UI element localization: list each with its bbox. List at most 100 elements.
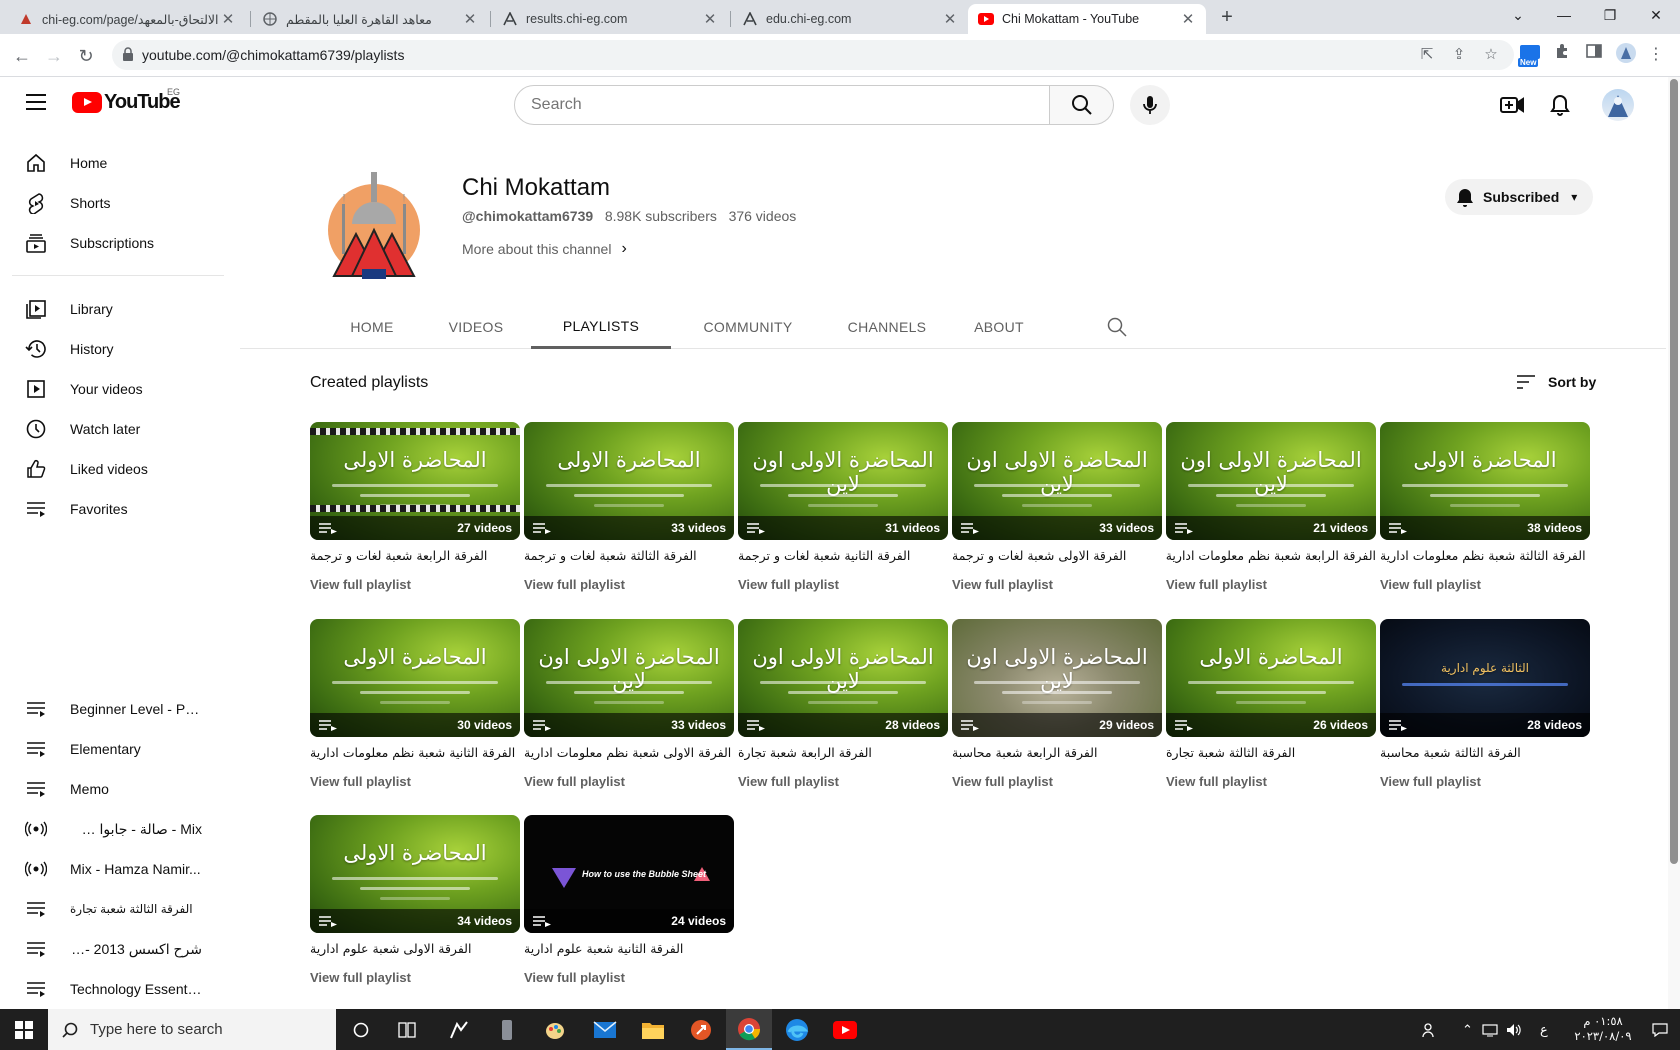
playlist-card[interactable]: How to use the Bubble Sheet 24 videos الفر… (524, 815, 734, 985)
browser-tab-4[interactable]: edu.chi-eg.com ✕ (732, 4, 968, 34)
scrollbar-thumb[interactable] (1670, 79, 1678, 864)
playlist-title[interactable]: الفرقة الثانية شعبة لغات و ترجمة (738, 548, 948, 563)
voice-search-button[interactable] (1130, 85, 1170, 125)
playlist-card[interactable]: المحاضرة الاولى 38 videos الفرقة الثالثة ش… (1380, 422, 1590, 592)
close-tab-icon[interactable]: ✕ (942, 10, 958, 28)
playlist-title[interactable]: الفرقة الثانية شعبة علوم ادارية (524, 941, 734, 956)
playlist-title[interactable]: الفرقة الثالثة شعبة نظم معلومات ادارية (1380, 548, 1590, 563)
view-full-playlist-link[interactable]: View full playlist (310, 970, 411, 985)
view-full-playlist-link[interactable]: View full playlist (1380, 577, 1481, 592)
extensions-puzzle-icon[interactable] (1550, 43, 1574, 67)
sidebar-playlist-item[interactable]: Memo (12, 769, 212, 809)
channel-search-icon[interactable] (1102, 306, 1132, 348)
tab-about[interactable]: ABOUT (970, 306, 1028, 348)
edge-icon[interactable] (774, 1009, 820, 1050)
view-full-playlist-link[interactable]: View full playlist (952, 774, 1053, 789)
tray-chevron-up-icon[interactable]: ⌃ (1462, 1009, 1473, 1050)
playlist-title[interactable]: الفرقة الرابعة شعبة محاسبة (952, 745, 1162, 760)
tab-playlists[interactable]: PLAYLISTS (531, 306, 671, 349)
search-input[interactable] (515, 86, 1049, 124)
playlist-title[interactable]: الفرقة الثالثة شعبة لغات و ترجمة (524, 548, 734, 563)
playlist-thumbnail[interactable]: المحاضرة الاولى اون لاين 31 videos (738, 422, 948, 540)
playlist-thumbnail[interactable]: المحاضرة الاولى اون لاين 33 videos (524, 619, 734, 737)
paint-icon[interactable] (532, 1009, 578, 1050)
chrome-icon[interactable] (726, 1009, 772, 1050)
people-icon[interactable] (1422, 1009, 1438, 1050)
view-full-playlist-link[interactable]: View full playlist (310, 774, 411, 789)
share-icon[interactable]: ⇪ (1450, 47, 1468, 65)
close-tab-icon[interactable]: ✕ (702, 10, 718, 28)
playlist-thumbnail[interactable]: المحاضرة الاولى 26 videos (1166, 619, 1376, 737)
view-full-playlist-link[interactable]: View full playlist (1166, 774, 1267, 789)
playlist-thumbnail[interactable]: الثالثة علوم ادارية 28 videos (1380, 619, 1590, 737)
profile-avatar-icon[interactable] (1614, 43, 1638, 67)
input-language[interactable]: ع (1540, 1009, 1548, 1050)
tab-home[interactable]: HOME (342, 306, 402, 348)
playlist-card[interactable]: المحاضرة الاولى اون لاين 28 videos الفرقة … (738, 619, 948, 789)
youtube-taskbar-icon[interactable] (822, 1009, 868, 1050)
sidebar-item-library[interactable]: Library (12, 289, 212, 329)
view-full-playlist-link[interactable]: View full playlist (738, 774, 839, 789)
close-window-icon[interactable]: ✕ (1636, 4, 1676, 28)
mail-icon[interactable] (582, 1009, 628, 1050)
view-full-playlist-link[interactable]: View full playlist (524, 774, 625, 789)
sidebar-item-history[interactable]: History (12, 329, 212, 369)
address-bar[interactable]: youtube.com/@chimokattam6739/playlists ⇱… (112, 40, 1514, 70)
playlist-thumbnail[interactable]: المحاضرة الاولى اون لاين 33 videos (952, 422, 1162, 540)
playlist-thumbnail[interactable]: المحاضرة الاولى اون لاين 29 videos (952, 619, 1162, 737)
sidebar-playlist-item[interactable]: Mix - صالة - جابوا سيرته... (12, 809, 212, 849)
playlist-title[interactable]: الفرقة الاولى شعبة لغات و ترجمة (952, 548, 1162, 563)
minimize-icon[interactable]: — (1544, 4, 1584, 28)
channel-avatar[interactable] (322, 164, 426, 288)
sidebar-item-home[interactable]: Home (12, 143, 212, 183)
maximize-icon[interactable]: ❐ (1590, 4, 1630, 28)
more-about-channel-link[interactable]: More about this channel › (462, 240, 627, 258)
lock-icon[interactable] (122, 47, 134, 66)
open-in-app-icon[interactable]: ⇱ (1418, 47, 1436, 65)
create-video-icon[interactable] (1498, 91, 1526, 119)
browser-tab-3[interactable]: results.chi-eg.com ✕ (492, 4, 728, 34)
page-scrollbar[interactable] (1668, 77, 1680, 1009)
sidebar-item-liked-videos[interactable]: Liked videos (12, 449, 212, 489)
playlist-card[interactable]: المحاضرة الاولى اون لاين 33 videos الفرقة … (952, 422, 1162, 592)
playlist-card[interactable]: المحاضرة الاولى اون لاين 21 videos الفرقة … (1166, 422, 1376, 592)
close-tab-icon[interactable]: ✕ (1180, 10, 1196, 28)
extension-new-icon[interactable]: New (1517, 43, 1543, 69)
browser-menu-icon[interactable]: ⋮ (1644, 43, 1668, 67)
sidebar-playlist-item[interactable]: شرح اكسس 2013 -2016... (12, 929, 212, 969)
browser-tab-2[interactable]: معاهد القاهرة العليا بالمقطم ✕ (252, 4, 488, 34)
bookmark-star-icon[interactable]: ☆ (1482, 47, 1500, 65)
volume-icon[interactable] (1506, 1009, 1522, 1050)
playlist-thumbnail[interactable]: المحاضرة الاولى 38 videos (1380, 422, 1590, 540)
pen-tool-icon[interactable] (436, 1009, 482, 1050)
taskbar-clock[interactable]: ٠١:٥٨ م ٢٠٢٣/٠٨/٠٩ (1563, 1014, 1643, 1044)
playlist-card[interactable]: المحاضرة الاولى اون لاين 31 videos الفرقة … (738, 422, 948, 592)
tab-community[interactable]: COMMUNITY (692, 306, 804, 348)
youtube-logo[interactable]: YouTube EG (72, 87, 181, 114)
playlist-thumbnail[interactable]: المحاضرة الاولى 27 videos (310, 422, 520, 540)
playlist-thumbnail[interactable]: المحاضرة الاولى اون لاين 28 videos (738, 619, 948, 737)
reload-icon[interactable]: ↻ (72, 42, 100, 70)
tab-videos[interactable]: VIDEOS (442, 306, 510, 348)
playlist-title[interactable]: الفرقة الرابعة شعبة لغات و ترجمة (310, 548, 520, 563)
view-full-playlist-link[interactable]: View full playlist (524, 970, 625, 985)
sort-by-button[interactable]: Sort by (1516, 374, 1596, 390)
playlist-thumbnail[interactable]: المحاضرة الاولى اون لاين 21 videos (1166, 422, 1376, 540)
sidebar-playlist-item[interactable]: Elementary (12, 729, 212, 769)
playlist-thumbnail[interactable]: المحاضرة الاولى 33 videos (524, 422, 734, 540)
playlist-card[interactable]: المحاضرة الاولى اون لاين 33 videos الفرقة … (524, 619, 734, 789)
view-full-playlist-link[interactable]: View full playlist (738, 577, 839, 592)
windows-start-icon[interactable] (0, 1009, 48, 1050)
view-full-playlist-link[interactable]: View full playlist (524, 577, 625, 592)
playlist-thumbnail[interactable]: المحاضرة الاولى 30 videos (310, 619, 520, 737)
browser-tab-1[interactable]: الالتحاق-بالمعهد/chi-eg.com/page ✕ (8, 4, 246, 34)
view-full-playlist-link[interactable]: View full playlist (1380, 774, 1481, 789)
playlist-title[interactable]: الفرقة الثانية شعبة نظم معلومات ادارية (310, 745, 520, 760)
tab-search-icon[interactable]: ⌄ (1498, 4, 1538, 28)
cortana-icon[interactable] (338, 1009, 384, 1050)
sidebar-item-your-videos[interactable]: Your videos (12, 369, 212, 409)
view-full-playlist-link[interactable]: View full playlist (1166, 577, 1267, 592)
sidebar-playlist-item[interactable]: Beginner Level - Pra... (12, 689, 212, 729)
browser-tab-active[interactable]: Chi Mokattam - YouTube ✕ (968, 4, 1206, 34)
sidebar-item-watch-later[interactable]: Watch later (12, 409, 212, 449)
